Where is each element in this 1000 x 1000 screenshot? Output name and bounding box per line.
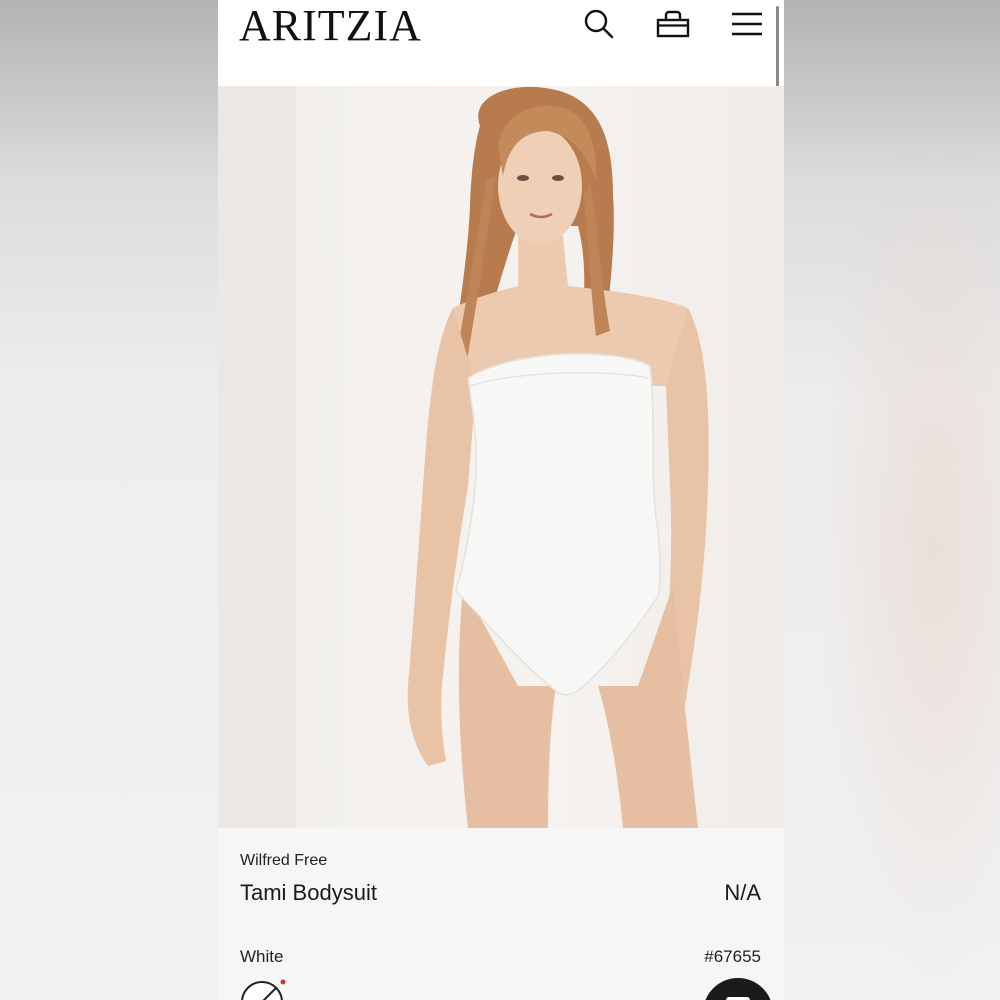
shopping-bag-button[interactable] [655,6,691,42]
brand-logo[interactable]: ARITZIA [239,2,422,50]
selected-color-label: White [240,947,284,966]
product-title: Tami Bodysuit [240,880,377,905]
product-details: Wilfred Free Tami Bodysuit N/A White #67… [218,828,784,1000]
background-right [784,0,1000,1000]
search-icon [584,9,614,39]
bag-icon [656,10,690,38]
site-header: ARITZIA [218,0,784,281]
search-button[interactable] [581,6,617,42]
menu-icon [732,12,762,36]
product-price: N/A [724,880,761,905]
chat-button[interactable] [703,978,773,1000]
product-image[interactable] [218,86,784,828]
chat-icon [726,997,750,1000]
style-number: #67655 [704,947,761,966]
color-swatch-white[interactable] [240,978,286,1000]
menu-button[interactable] [729,6,765,42]
product-brand[interactable]: Wilfred Free [240,852,327,870]
background-left [0,0,218,1000]
model-figure [407,86,709,828]
unavailable-swatch-icon [241,979,286,1000]
mobile-page: ARITZIA Wilfred Free Tami Bodysuit N/A W… [218,0,784,1000]
